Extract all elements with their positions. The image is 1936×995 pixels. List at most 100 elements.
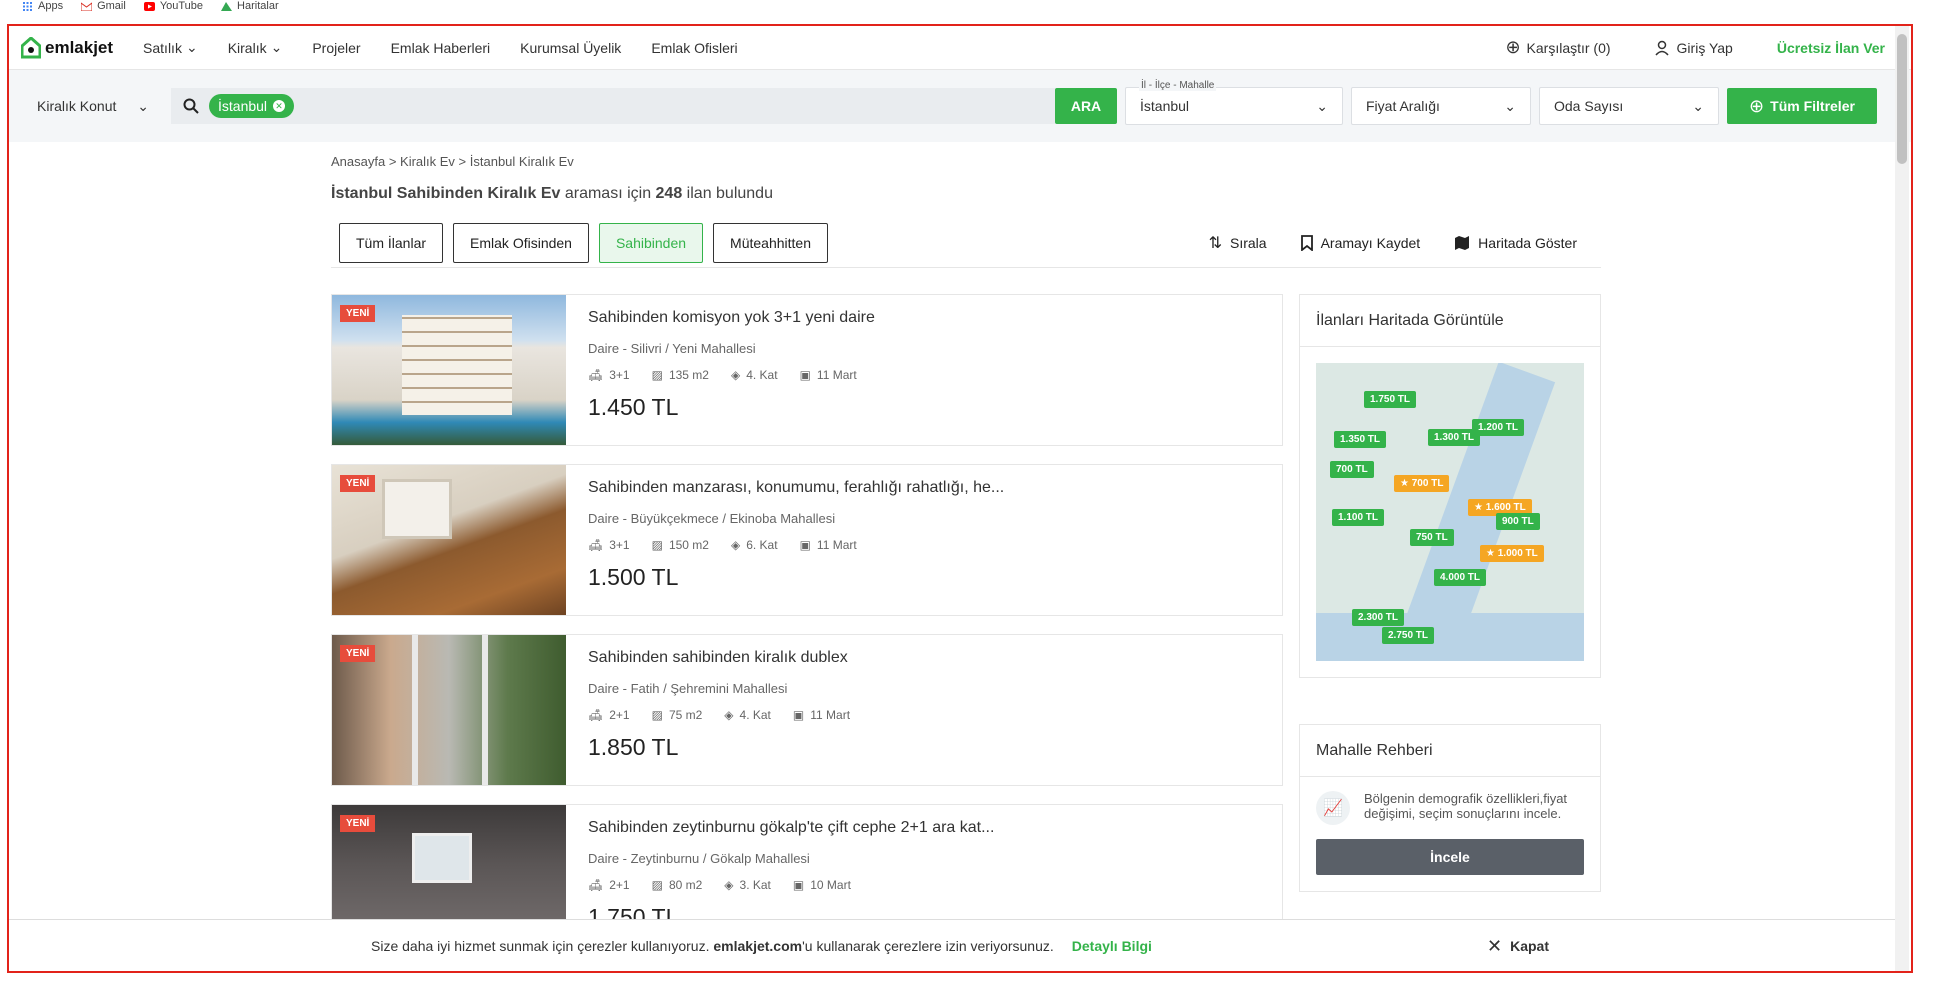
listing-title[interactable]: Sahibinden manzarası, konumumu, ferahlığ… — [588, 479, 1004, 497]
map-price-pin-featured[interactable]: ★ 1.000 TL — [1480, 545, 1544, 562]
tab-tum-ilanlar[interactable]: Tüm İlanlar — [339, 222, 444, 263]
listing-card[interactable]: YENİ Sahibinden komisyon yok 3+1 yeni da… — [331, 294, 1283, 446]
map-price-pin[interactable]: 700 TL — [1330, 461, 1374, 478]
search-button[interactable]: ARA — [1055, 88, 1117, 124]
search-input[interactable]: İstanbul ✕ — [171, 88, 1055, 124]
map-price-pin[interactable]: 900 TL — [1496, 513, 1540, 530]
chevron-down-icon: ⌄ — [1504, 97, 1516, 114]
nav-emlak-haberleri[interactable]: Emlak Haberleri — [391, 40, 491, 56]
tab-emlak-ofisinden[interactable]: Emlak Ofisinden — [453, 222, 589, 263]
location-select-wrap: İl - İlçe - Mahalle İstanbul ⌄ — [1125, 80, 1343, 125]
listing-card[interactable]: YENİ Sahibinden manzarası, konumumu, fer… — [331, 464, 1283, 616]
area-hatch-icon: ▨ — [651, 878, 663, 892]
nav-kiralik[interactable]: Kiralık ⌄ — [228, 39, 283, 56]
bookmark-youtube[interactable]: YouTube — [143, 0, 203, 12]
page-scrollbar[interactable] — [1895, 26, 1909, 971]
nav-kiralik-label: Kiralık — [227, 39, 267, 56]
tab-muteahhitten[interactable]: Müteahhitten — [713, 222, 828, 263]
nav-projeler[interactable]: Projeler — [312, 40, 360, 56]
area-value: 80 m2 — [668, 878, 703, 892]
post-ad-link[interactable]: Ücretsiz İlan Ver — [1777, 40, 1885, 56]
location-chip[interactable]: İstanbul ✕ — [209, 94, 295, 118]
breadcrumb-home[interactable]: Anasayfa — [331, 154, 385, 169]
price-label: Fiyat Aralığı — [1366, 98, 1440, 114]
location-floating-label: İl - İlçe - Mahalle — [1139, 80, 1217, 91]
map-price-pin[interactable]: 1.200 TL — [1472, 419, 1525, 436]
sofa-icon: 🛋 — [588, 878, 604, 892]
cookie-brand: emlakjet.com — [713, 937, 803, 954]
map-price-pin[interactable]: 2.750 TL — [1382, 627, 1435, 644]
map-price-pin[interactable]: 2.300 TL — [1352, 609, 1405, 626]
date-value: 11 Mart — [810, 708, 851, 722]
sort-label: Sırala — [1229, 234, 1267, 251]
search-bar: Kiralık Konut ⌄ İstanbul ✕ ARA İl - İlçe -… — [9, 70, 1911, 142]
floor: ◈ 4. Kat — [724, 708, 771, 722]
show-on-map-label: Haritada Göster — [1478, 234, 1577, 251]
save-search-button[interactable]: Aramayı Kaydet — [1300, 233, 1420, 253]
cookie-close-label: Kapat — [1510, 938, 1549, 954]
nav-kurumsal-uyelik[interactable]: Kurumsal Üyelik — [520, 40, 621, 56]
all-filters-button[interactable]: ⊕ Tüm Filtreler — [1727, 88, 1877, 124]
room-count-value: 2+1 — [609, 708, 630, 722]
inspect-button[interactable]: İncele — [1316, 839, 1584, 875]
room-count: 🛋 3+1 — [588, 538, 630, 552]
price-select[interactable]: Fiyat Aralığı ⌄ — [1351, 87, 1531, 125]
compare-button[interactable]: ⊕ Karşılaştır (0) — [1505, 37, 1610, 58]
nav-satilik[interactable]: Satılık ⌄ — [143, 39, 198, 56]
show-on-map-button[interactable]: Haritada Göster — [1454, 233, 1577, 253]
page-title: İstanbul Sahibinden Kiralık Ev araması i… — [331, 185, 1601, 203]
category-select[interactable]: Kiralık Konut ⌄ — [23, 88, 163, 124]
listing-list: YENİ Sahibinden komisyon yok 3+1 yeni da… — [331, 294, 1283, 971]
listing-title[interactable]: Sahibinden zeytinburnu gökalp'te çift ce… — [588, 819, 994, 837]
house-logo-icon — [21, 36, 41, 58]
breadcrumb-istanbul[interactable]: İstanbul Kiralık Ev — [470, 154, 574, 169]
listing-photo[interactable]: YENİ — [332, 295, 566, 445]
logo[interactable]: emlakjet — [21, 36, 113, 59]
sort-button[interactable]: ⇅ Sırala — [1209, 233, 1267, 253]
date: ▣ 11 Mart — [800, 368, 857, 382]
area: ▨ 80 m2 — [652, 878, 703, 892]
floor-value: 6. Kat — [746, 538, 778, 552]
tab-sahibinden[interactable]: Sahibinden — [598, 222, 704, 263]
gmail-icon — [81, 1, 93, 11]
bookmark-icon — [1300, 234, 1313, 251]
listing-title[interactable]: Sahibinden komisyon yok 3+1 yeni daire — [588, 309, 875, 327]
map-price-pin[interactable]: 1.350 TL — [1334, 431, 1387, 448]
map-price-pin[interactable]: 1.100 TL — [1332, 509, 1385, 526]
chart-trend-icon: 📈 — [1316, 791, 1350, 825]
room-count-value: 3+1 — [609, 368, 630, 382]
nav-satilik-label: Satılık — [143, 39, 182, 56]
map-price-pin[interactable]: 4.000 TL — [1434, 569, 1487, 586]
login-button[interactable]: Giriş Yap — [1654, 40, 1733, 56]
cookie-details-link[interactable]: Detaylı Bilgi — [1072, 938, 1152, 954]
map-price-pin-featured[interactable]: ★ 700 TL — [1394, 475, 1450, 492]
location-select[interactable]: İstanbul ⌄ — [1125, 87, 1343, 125]
nav-emlak-ofisleri[interactable]: Emlak Ofisleri — [651, 40, 737, 56]
new-badge: YENİ — [340, 815, 376, 832]
map-preview[interactable]: 1.750 TL 1.350 TL 1.300 TL 1.200 TL 700 … — [1316, 363, 1584, 661]
cookie-close-button[interactable]: ✕ Kapat — [1487, 920, 1549, 971]
listing-card[interactable]: YENİ Sahibinden sahibinden kiralık duble… — [331, 634, 1283, 786]
listing-location: Daire - Zeytinburnu / Gökalp Mahallesi — [588, 851, 810, 866]
date-value: 10 Mart — [810, 878, 851, 892]
area-value: 75 m2 — [668, 708, 703, 722]
date-value: 11 Mart — [816, 368, 857, 382]
bookmark-apps[interactable]: Apps — [22, 0, 63, 12]
chip-label: İstanbul — [218, 98, 268, 114]
maps-icon — [221, 1, 233, 11]
listing-photo[interactable]: YENİ — [332, 635, 566, 785]
area-hatch-icon: ▨ — [651, 538, 663, 552]
title-middle: araması için — [560, 185, 656, 202]
breadcrumb-kiralik-ev[interactable]: Kiralık Ev — [400, 154, 455, 169]
listing-title[interactable]: Sahibinden sahibinden kiralık dublex — [588, 649, 850, 667]
bookmark-maps[interactable]: Haritalar — [221, 0, 279, 12]
listing-photo[interactable]: YENİ — [332, 465, 566, 615]
floor: ◈ 3. Kat — [724, 878, 771, 892]
scrollbar-thumb[interactable] — [1897, 34, 1907, 164]
rooms-select[interactable]: Oda Sayısı ⌄ — [1539, 87, 1719, 125]
close-circle-icon[interactable]: ✕ — [273, 100, 286, 112]
map-price-pin[interactable]: 750 TL — [1410, 529, 1454, 546]
room-count: 🛋 3+1 — [588, 368, 630, 382]
map-price-pin[interactable]: 1.750 TL — [1364, 391, 1417, 408]
bookmark-gmail[interactable]: Gmail — [81, 0, 126, 12]
